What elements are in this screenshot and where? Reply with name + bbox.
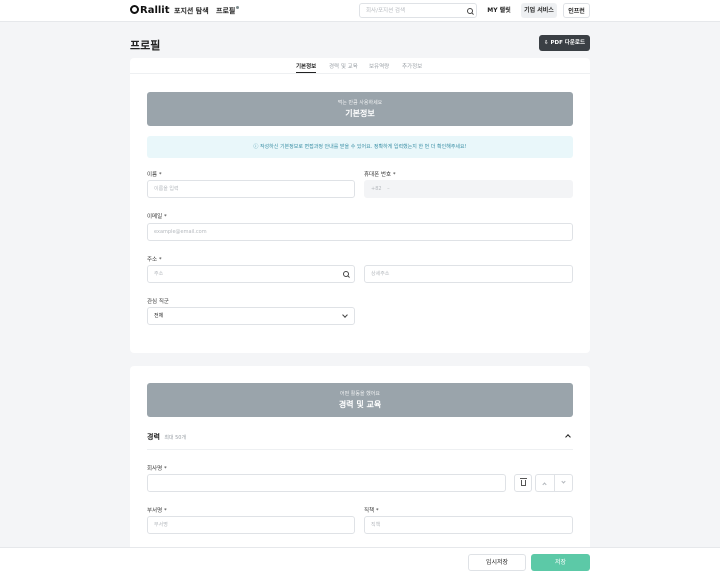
required-mark: *	[158, 257, 162, 263]
info-notice: ⓘ 작성하신 기본정보로 면접과정 안내를 받을 수 있어요. 정확하게 입력했…	[147, 136, 573, 158]
address-field[interactable]: 주소	[147, 265, 355, 283]
collapse-chevron-up-icon[interactable]	[565, 434, 571, 440]
info-icon: ⓘ	[253, 144, 260, 150]
required-mark: *	[163, 466, 167, 472]
new-dot-icon	[236, 6, 240, 9]
career-section-title: 경력 최대 50개	[147, 432, 186, 442]
position-label-text: 직책	[364, 508, 375, 514]
department-field[interactable]: 부서명	[147, 516, 355, 534]
basic-info-banner: 먹는 만큼 사용하세요 기본정보	[147, 92, 573, 126]
required-mark: *	[158, 172, 162, 178]
required-mark: *	[392, 172, 396, 178]
required-mark: *	[163, 508, 167, 514]
phone-field: +82 –	[364, 180, 573, 198]
email-field[interactable]: example@email.com	[147, 223, 573, 241]
address-detail-field[interactable]: 상세주소	[364, 265, 573, 283]
job-category-value: 전체	[154, 313, 164, 319]
section-divider	[147, 449, 573, 450]
address-placeholder: 주소	[154, 271, 164, 277]
company-label-text: 회사명	[147, 466, 163, 472]
search-box[interactable]	[359, 3, 477, 18]
save-button[interactable]: 저장	[531, 554, 590, 571]
tab-skills[interactable]: 보유역량	[369, 62, 389, 70]
tab-additional-info[interactable]: 추가정보	[402, 62, 422, 70]
banner-title: 기본정보	[345, 109, 375, 118]
search-input[interactable]	[366, 6, 460, 16]
basic-info-card: 기본정보 경력 및 교육 보유역량 추가정보 먹는 만큼 사용하세요 기본정보 …	[130, 58, 590, 353]
position-label: 직책 *	[364, 506, 379, 514]
rallit-logo[interactable]: Rallit	[130, 5, 170, 16]
info-notice-text: 작성하신 기본정보로 면접과정 안내를 받을 수 있어요. 정확하게 입력했는지…	[259, 144, 467, 150]
pdf-download-button[interactable]: ⇩ PDF 다운로드	[539, 35, 590, 51]
bottom-action-bar: 임시저장 저장	[0, 547, 720, 575]
address-label-text: 주소	[147, 257, 158, 263]
career-banner: 어떤 활동을 했어요 경력 및 교육	[147, 383, 573, 417]
tab-career-education[interactable]: 경력 및 교육	[329, 62, 358, 70]
banner-subtitle: 어떤 활동을 했어요	[340, 391, 380, 397]
logo-mark-icon	[130, 5, 139, 14]
address-label: 주소 *	[147, 255, 162, 263]
nav-profile[interactable]: 프로필	[216, 6, 240, 16]
name-label-text: 이름	[147, 172, 158, 178]
required-mark: *	[375, 508, 379, 514]
my-rallit-button[interactable]: MY 랠릿	[484, 3, 514, 18]
email-label: 이메일 *	[147, 212, 167, 220]
department-label: 부서명 *	[147, 506, 167, 514]
business-service-button[interactable]: 기업 서비스	[521, 3, 557, 18]
temp-save-button[interactable]: 임시저장	[468, 554, 526, 571]
search-icon[interactable]	[467, 8, 474, 15]
job-category-label: 관심 직군	[147, 299, 169, 305]
career-title-text: 경력	[147, 433, 160, 441]
chevron-down-icon	[561, 479, 566, 484]
delete-career-button[interactable]	[514, 474, 532, 492]
name-field[interactable]: 이름을 입력	[147, 180, 355, 198]
career-section-hint: 최대 50개	[164, 435, 187, 441]
banner-title: 경력 및 교육	[338, 400, 382, 409]
phone-dash: –	[387, 186, 390, 192]
career-card: 어떤 활동을 했어요 경력 및 교육 경력 최대 50개 회사명 * 부서명 *…	[130, 366, 590, 551]
move-up-button[interactable]	[535, 474, 554, 492]
required-mark: *	[163, 214, 167, 220]
name-label: 이름 *	[147, 170, 162, 178]
department-label-text: 부서명	[147, 508, 163, 514]
banner-subtitle: 먹는 만큼 사용하세요	[337, 100, 383, 106]
email-label-text: 이메일	[147, 214, 163, 220]
chevron-down-icon	[342, 312, 348, 318]
nav-profile-label: 프로필	[216, 7, 236, 15]
move-down-button[interactable]	[554, 474, 573, 492]
company-name-field[interactable]	[147, 474, 506, 492]
phone-label: 휴대폰 번호 *	[364, 170, 396, 178]
pdf-download-label: PDF 다운로드	[550, 40, 586, 46]
tab-basic-info[interactable]: 기본정보	[296, 62, 317, 73]
logo-text: Rallit	[140, 5, 170, 16]
job-category-select[interactable]: 전체	[147, 307, 355, 325]
top-bar: Rallit 포지션 탐색 프로필 MY 랠릿 기업 서비스 인프런	[0, 0, 720, 22]
position-field[interactable]: 직책	[364, 516, 573, 534]
trash-icon	[520, 478, 527, 486]
inflearn-button[interactable]: 인프런	[563, 3, 590, 18]
chevron-up-icon	[542, 482, 547, 487]
address-search-icon[interactable]	[343, 271, 350, 278]
profile-tabs: 기본정보 경력 및 교육 보유역량 추가정보	[130, 58, 590, 74]
phone-label-text: 휴대폰 번호	[364, 172, 392, 178]
page-title: 프로필	[130, 39, 161, 52]
nav-position-search[interactable]: 포지션 탐색	[174, 6, 209, 16]
company-label: 회사명 *	[147, 464, 167, 472]
phone-country-code: +82	[371, 186, 382, 192]
